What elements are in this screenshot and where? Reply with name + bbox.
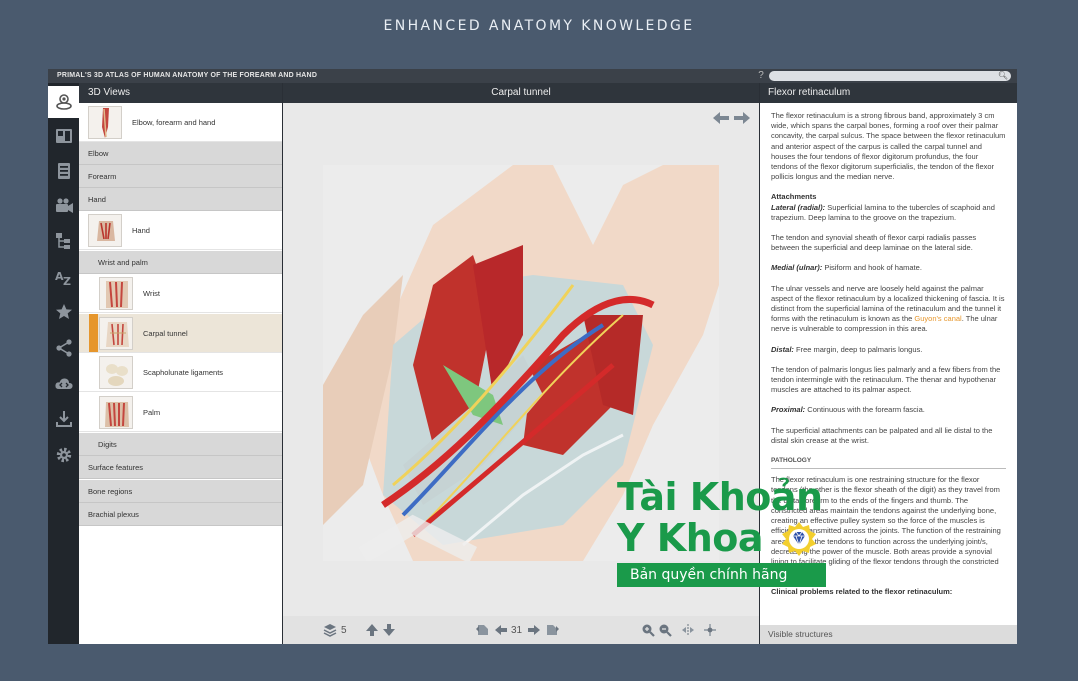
category-hand[interactable]: Hand [79,188,282,211]
movie-icon[interactable] [48,192,79,220]
quiz-icon[interactable] [48,157,79,185]
visible-structures-bar[interactable]: Visible structures [760,625,1017,644]
lateral-label: Lateral (radial): [771,202,826,212]
proximal-text: Continuous with the forearm fascia. [805,405,925,415]
section-heading-attachments: Attachments [771,192,817,202]
superficial-text: The superficial attachments can be palpa… [771,425,993,445]
anatomy-3d-model[interactable] [323,165,719,561]
a-z-icon[interactable]: AZ [48,263,79,291]
viewer-header: Carpal tunnel [283,83,759,103]
list-item[interactable]: Scapholunate ligaments [79,353,282,392]
slides-icon[interactable] [48,122,79,150]
help-button[interactable]: ? [755,70,767,82]
list-item-label: Scapholunate ligaments [143,368,224,377]
thumbnail-image [88,106,122,139]
category-wrist-and-palm[interactable]: Wrist and palm [79,251,282,274]
rotate-left-icon[interactable] [475,623,491,637]
settings-icon[interactable] [48,441,79,469]
thumbnail-image [99,317,133,350]
selection-indicator [89,314,98,352]
next-frame-icon[interactable] [527,623,541,637]
download-icon[interactable] [48,405,79,433]
thumbnail-image [88,214,122,247]
layers-count: 5 [341,624,347,636]
thumbnail-image [99,396,133,429]
page-banner: ENHANCED ANATOMY KNOWLEDGE [383,18,695,34]
back-arrow-icon[interactable] [712,111,730,125]
share-icon[interactable] [48,334,79,362]
mirror-icon[interactable] [681,623,695,637]
layer-down-icon[interactable] [382,623,396,637]
frame-number: 31 [511,624,523,636]
category-bone-regions[interactable]: Bone regions [79,480,282,503]
list-item-label: Carpal tunnel [143,329,188,338]
thumbnail-image [99,356,133,389]
distal-label: Distal: [771,344,794,354]
pathology-text: The flexor retinaculum is one restrainin… [771,475,1001,577]
category-digits[interactable]: Digits [79,433,282,456]
forward-arrow-icon[interactable] [733,111,751,125]
svg-text:Z: Z [63,275,71,287]
cloud-icon[interactable] [48,370,79,398]
list-item-label: Palm [143,408,161,417]
medial-text: Pisiform and hook of hamate. [822,263,922,273]
layer-up-icon[interactable] [365,623,379,637]
pan-icon[interactable] [703,623,717,637]
list-item-label: Hand [132,226,150,235]
guyons-canal-link[interactable]: Guyon's canal [914,314,961,323]
model-3d-icon[interactable] [48,86,79,118]
zoom-out-icon[interactable] [658,623,672,637]
category-elbow[interactable]: Elbow [79,142,282,165]
search-input[interactable]: 🔍︎ [769,71,1011,81]
rotate-right-icon[interactable] [544,623,560,637]
proximal-label: Proximal: [771,405,806,415]
tendon-text: The tendon and synovial sheath of flexor… [771,233,977,253]
clinical-heading: Clinical problems related to the flexor … [771,587,953,597]
medial-label: Medial (ulnar): [771,263,823,273]
right-panel-header: Flexor retinaculum [760,83,1017,103]
previous-frame-icon[interactable] [494,623,508,637]
title-bar: PRIMAL'S 3D ATLAS OF HUMAN ANATOMY OF TH… [48,69,1017,83]
zoom-in-icon[interactable] [641,623,655,637]
list-item[interactable]: Palm [79,393,282,432]
layers-control[interactable]: 5 [323,623,347,637]
distal-text: Free margin, deep to palmaris longus. [793,344,923,354]
model-viewer[interactable]: 5 31 [283,103,759,644]
list-item[interactable]: Elbow, forearm and hand [79,103,282,142]
list-item[interactable]: Hand [79,211,282,250]
list-item[interactable]: Wrist [79,274,282,313]
viewer-toolbar: 5 31 [283,616,759,644]
app-window: PRIMAL'S 3D ATLAS OF HUMAN ANATOMY OF TH… [48,69,1017,644]
section-heading-pathology: PATHOLOGY [771,456,1006,470]
left-panel-header: 3D Views [79,83,282,103]
search-icon[interactable]: 🔍︎ [998,71,1008,81]
list-item-selected[interactable]: Carpal tunnel [79,314,282,353]
palmaris-text: The tendon of palmaris longus lies palma… [771,364,1001,395]
list-item-label: Elbow, forearm and hand [132,118,216,127]
app-title: PRIMAL'S 3D ATLAS OF HUMAN ANATOMY OF TH… [57,72,318,79]
tool-rail: AZ [48,83,79,644]
thumbnail-image [99,277,133,310]
description-panel: The flexor retinaculum is a strong fibro… [760,103,1017,625]
description-intro: The flexor retinaculum is a strong fibro… [771,111,1006,182]
views-tree: Elbow, forearm and hand Elbow Forearm Ha… [79,103,282,644]
category-surface-features[interactable]: Surface features [79,456,282,479]
list-item-label: Wrist [143,289,160,298]
history-nav [712,111,751,125]
layers-icon [323,624,337,637]
category-brachial-plexus[interactable]: Brachial plexus [79,503,282,526]
hierarchy-icon[interactable] [48,227,79,255]
category-forearm[interactable]: Forearm [79,165,282,188]
favorites-icon[interactable] [48,298,79,326]
